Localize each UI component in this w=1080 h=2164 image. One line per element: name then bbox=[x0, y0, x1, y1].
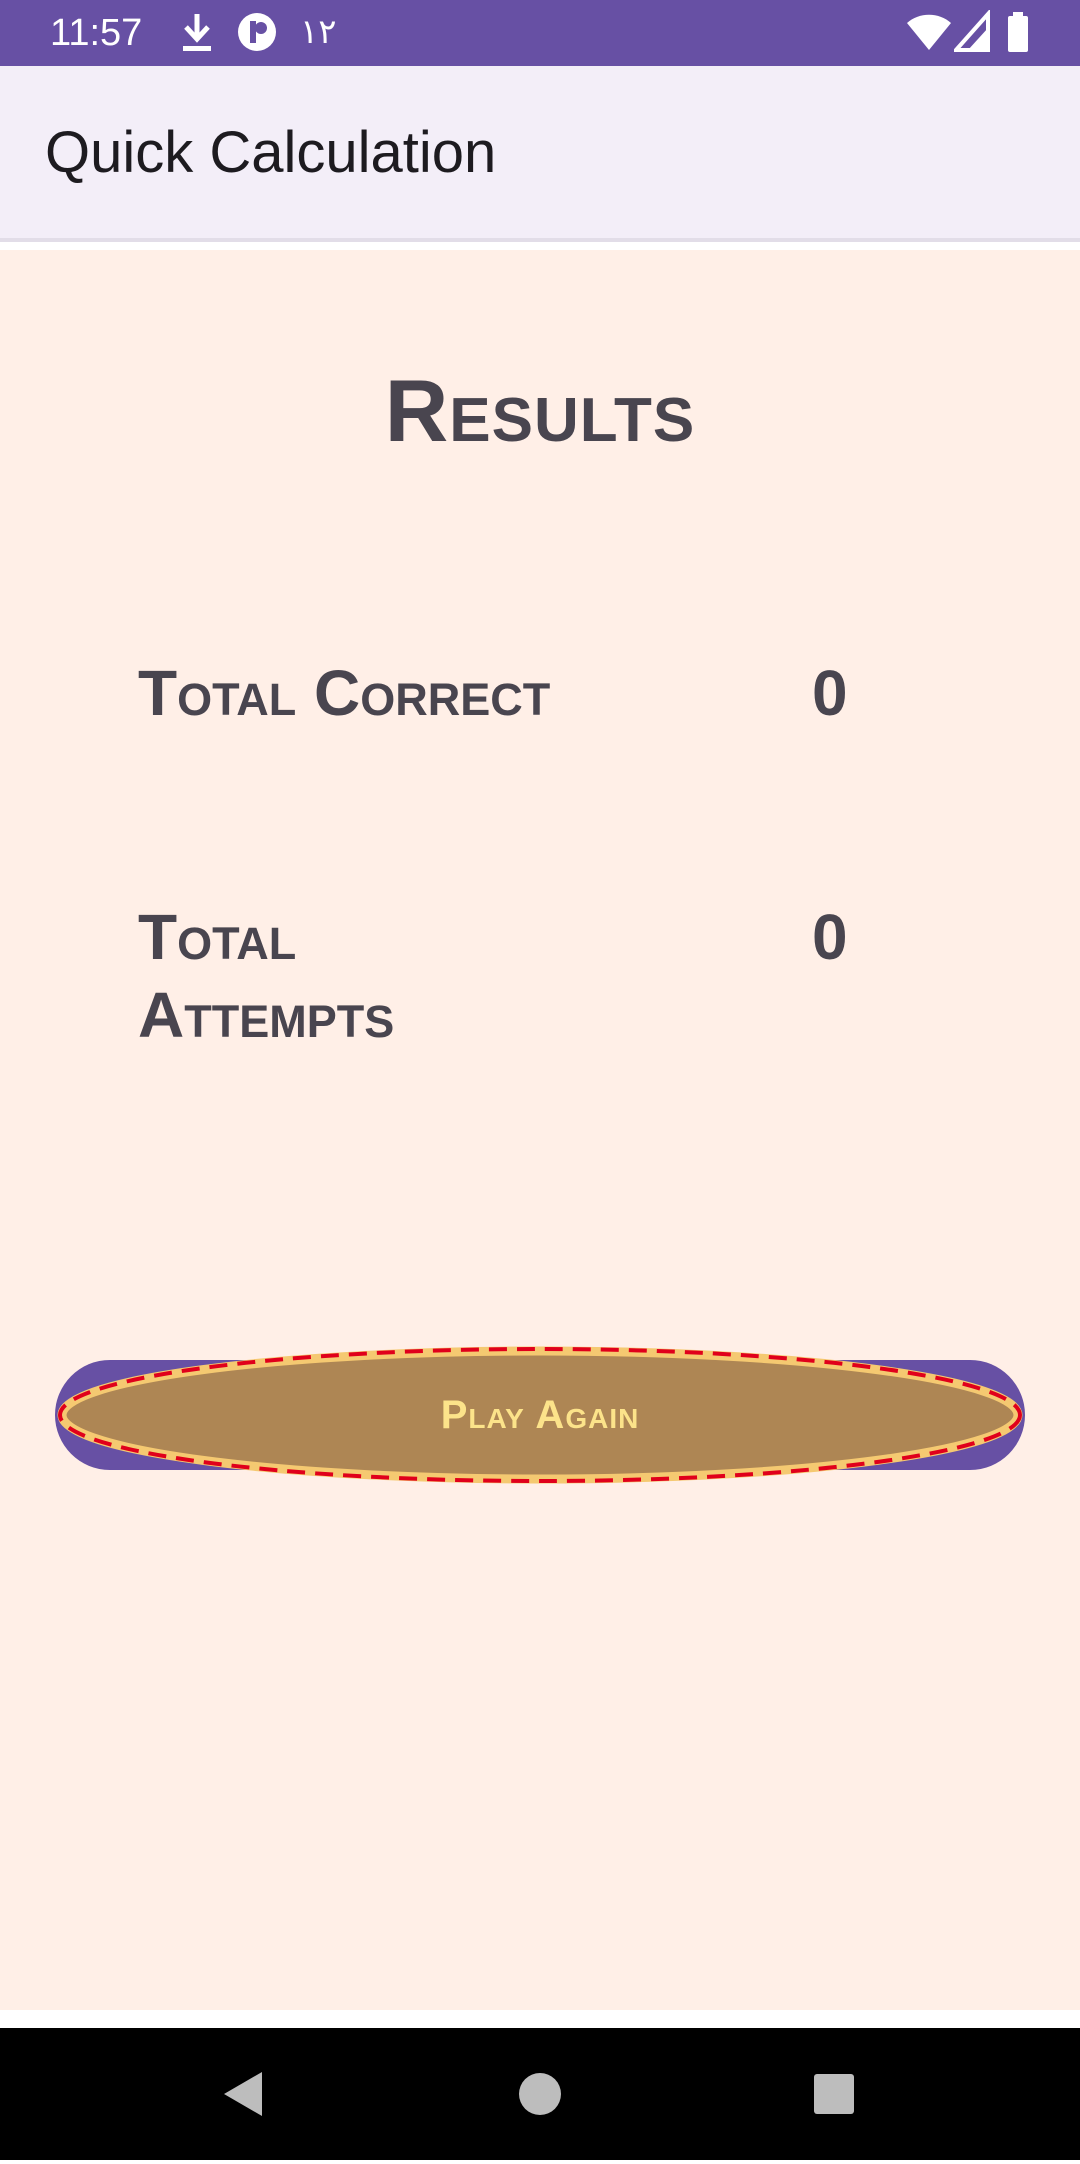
total-attempts-label: Total Attempts bbox=[138, 898, 394, 1054]
results-heading: Results bbox=[384, 361, 696, 460]
back-button[interactable] bbox=[184, 2028, 304, 2160]
back-icon bbox=[224, 2072, 262, 2116]
home-button[interactable] bbox=[480, 2028, 600, 2160]
play-again-button[interactable]: Play Again bbox=[55, 1346, 1025, 1484]
home-icon bbox=[519, 2073, 561, 2115]
status-bar: 11:57 ١٢ bbox=[0, 0, 1080, 66]
battery-icon bbox=[1006, 10, 1030, 58]
status-time: 11:57 bbox=[50, 12, 143, 54]
app-bar: Quick Calculation bbox=[0, 66, 1080, 242]
total-attempts-value: 0 bbox=[812, 901, 848, 973]
bottom-strip bbox=[0, 2010, 1080, 2028]
signal-icon bbox=[951, 8, 990, 58]
download-icon bbox=[178, 10, 216, 58]
results-screen: Results Total Correct 0 Total Attempts 0… bbox=[0, 250, 1080, 2010]
total-attempts-label-line1: Total bbox=[138, 901, 297, 973]
wifi-icon bbox=[906, 10, 952, 58]
navigation-bar bbox=[0, 2028, 1080, 2160]
notification-number: ١٢ bbox=[300, 12, 337, 52]
total-correct-label: Total Correct bbox=[138, 657, 551, 729]
total-correct-value: 0 bbox=[812, 657, 848, 729]
recents-button[interactable] bbox=[774, 2028, 894, 2160]
total-attempts-label-line2: Attempts bbox=[138, 979, 395, 1051]
recents-icon bbox=[814, 2074, 854, 2114]
app-title: Quick Calculation bbox=[45, 120, 497, 185]
app-notification-icon bbox=[236, 10, 278, 58]
play-again-label: Play Again bbox=[440, 1393, 640, 1437]
